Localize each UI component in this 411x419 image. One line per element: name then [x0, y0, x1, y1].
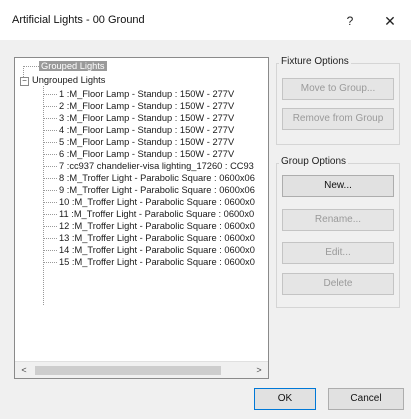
- tree-item-light-14[interactable]: 14 :M_Troffer Light - Parabolic Square :…: [59, 244, 255, 256]
- new-group-button[interactable]: New...: [282, 175, 394, 197]
- scrollbar-thumb[interactable]: [35, 366, 221, 375]
- group-options-legend: Group Options: [279, 156, 349, 167]
- tree-connector: [43, 94, 57, 95]
- ok-button[interactable]: OK: [254, 388, 316, 410]
- scroll-right-icon[interactable]: >: [253, 364, 265, 377]
- tree-item-light-8[interactable]: 8 :M_Troffer Light - Parabolic Square : …: [59, 172, 255, 184]
- edit-group-button[interactable]: Edit...: [282, 242, 394, 264]
- horizontal-scrollbar[interactable]: < >: [15, 361, 268, 378]
- tree-item-light-3[interactable]: 3 :M_Floor Lamp - Standup : 150W - 277V: [59, 112, 234, 124]
- fixture-options-group: [276, 63, 400, 145]
- tree-connector: [43, 250, 57, 251]
- tree-item-light-13[interactable]: 13 :M_Troffer Light - Parabolic Square :…: [59, 232, 255, 244]
- close-button[interactable]: ✕: [376, 8, 404, 34]
- tree-node-grouped-lights[interactable]: Grouped Lights: [39, 60, 107, 72]
- fixture-options-legend: Fixture Options: [279, 56, 351, 67]
- tree-connector: [43, 166, 57, 167]
- tree-connector: [43, 226, 57, 227]
- tree-item-light-11[interactable]: 11 :M_Troffer Light - Parabolic Square :…: [59, 208, 254, 220]
- remove-from-group-button[interactable]: Remove from Group: [282, 108, 394, 130]
- lights-tree-view[interactable]: Grouped Lights − Ungrouped Lights 1 :M_F…: [14, 57, 269, 379]
- ungrouped-lights-label: Ungrouped Lights: [32, 75, 106, 85]
- tree-connector: [43, 202, 57, 203]
- tree-connector: [43, 142, 57, 143]
- tree-connector: [43, 118, 57, 119]
- tree-item-light-9[interactable]: 9 :M_Troffer Light - Parabolic Square : …: [59, 184, 255, 196]
- tree-item-light-12[interactable]: 12 :M_Troffer Light - Parabolic Square :…: [59, 220, 255, 232]
- tree-item-light-5[interactable]: 5 :M_Floor Lamp - Standup : 150W - 277V: [59, 136, 234, 148]
- window-title: Artificial Lights - 00 Ground: [12, 14, 145, 26]
- rename-group-button[interactable]: Rename...: [282, 209, 394, 231]
- tree-connector: [43, 262, 57, 263]
- tree-item-light-10[interactable]: 10 :M_Troffer Light - Parabolic Square :…: [59, 196, 255, 208]
- tree-item-light-1[interactable]: 1 :M_Floor Lamp - Standup : 150W - 277V: [59, 88, 234, 100]
- delete-group-button[interactable]: Delete: [282, 273, 394, 295]
- tree-item-light-2[interactable]: 2 :M_Floor Lamp - Standup : 150W - 277V: [59, 100, 234, 112]
- tree-connector: [43, 214, 57, 215]
- tree-item-light-6[interactable]: 6 :M_Floor Lamp - Standup : 150W - 277V: [59, 148, 234, 160]
- tree-connector: [43, 190, 57, 191]
- tree-connector: [23, 66, 39, 67]
- title-bar: Artificial Lights - 00 Ground ? ✕: [0, 0, 411, 40]
- tree-item-light-15[interactable]: 15 :M_Troffer Light - Parabolic Square :…: [59, 256, 255, 268]
- tree-connector: [43, 178, 57, 179]
- tree-node-ungrouped-lights[interactable]: Ungrouped Lights: [32, 74, 105, 86]
- cancel-button[interactable]: Cancel: [328, 388, 404, 410]
- scroll-left-icon[interactable]: <: [18, 364, 30, 377]
- tree-item-light-4[interactable]: 4 :M_Floor Lamp - Standup : 150W - 277V: [59, 124, 234, 136]
- tree-connector: [43, 154, 57, 155]
- collapse-icon[interactable]: −: [20, 77, 29, 86]
- grouped-lights-label: Grouped Lights: [39, 61, 107, 71]
- tree-item-light-7[interactable]: 7 :cc937 chandelier-visa lighting_17260 …: [59, 160, 254, 172]
- tree-connector: [43, 238, 57, 239]
- move-to-group-button[interactable]: Move to Group...: [282, 78, 394, 100]
- help-button[interactable]: ?: [338, 8, 362, 34]
- tree-connector: [43, 106, 57, 107]
- tree-content: Grouped Lights − Ungrouped Lights 1 :M_F…: [15, 58, 268, 361]
- tree-connector: [43, 130, 57, 131]
